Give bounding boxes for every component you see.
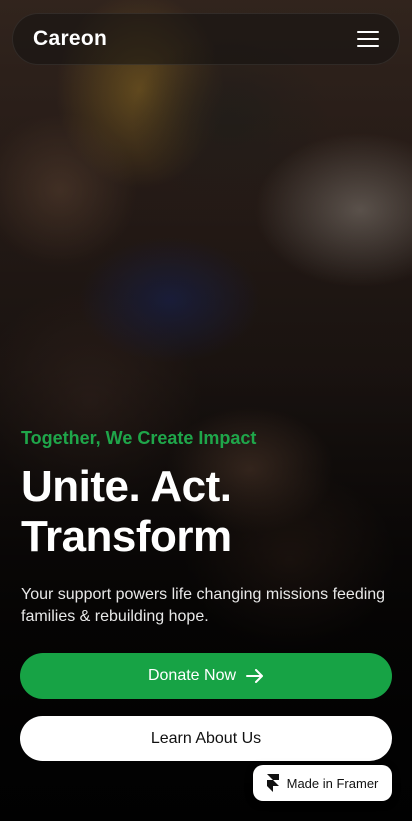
hero-content: Together, We Create Impact Unite. Act. T… xyxy=(21,428,391,628)
headline-line-2: Transform xyxy=(21,512,232,561)
brand-logo[interactable]: Careon xyxy=(33,27,107,51)
hero-tagline: Together, We Create Impact xyxy=(21,428,257,448)
hero-description: Your support powers life changing missio… xyxy=(21,586,386,625)
navbar: Careon xyxy=(12,13,400,65)
badge-label: Made in Framer xyxy=(286,775,379,791)
arrow-right-icon xyxy=(246,669,264,683)
made-in-framer-badge[interactable]: Made in Framer xyxy=(253,765,392,801)
headline-line-1: Unite. Act. xyxy=(21,462,232,511)
hero-headline: Unite. Act. Transform xyxy=(21,462,391,562)
hamburger-menu-icon[interactable] xyxy=(357,31,379,47)
donate-now-button[interactable]: Donate Now xyxy=(20,653,392,699)
learn-about-us-button[interactable]: Learn About Us xyxy=(20,716,392,761)
framer-logo-icon xyxy=(266,774,279,792)
donate-label: Donate Now xyxy=(147,667,237,684)
learn-label: Learn About Us xyxy=(150,729,262,747)
